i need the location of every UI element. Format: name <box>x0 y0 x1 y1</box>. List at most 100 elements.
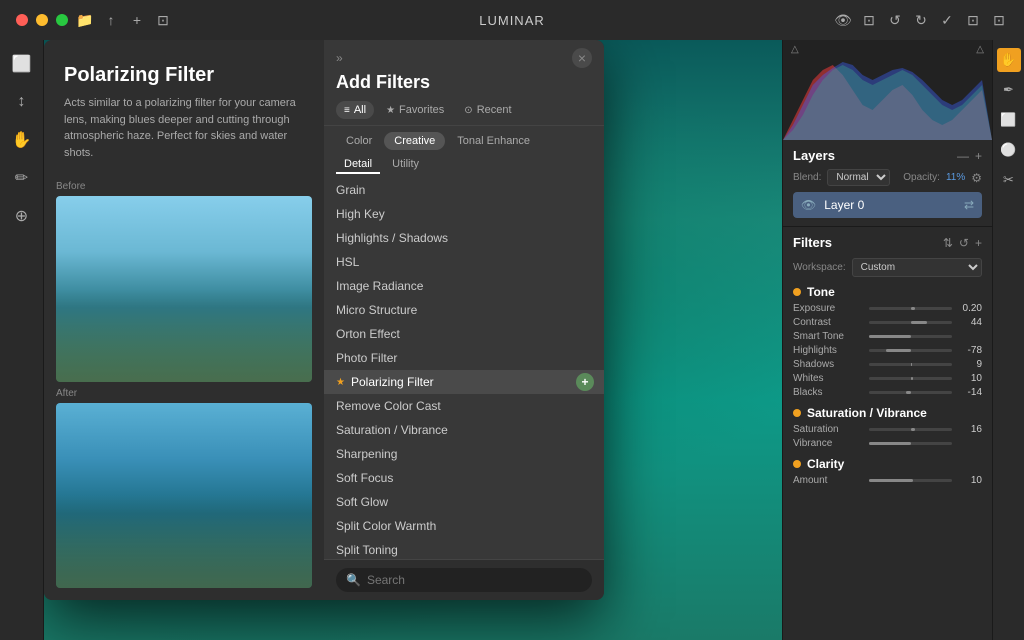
layers-add-button[interactable]: + <box>975 149 982 163</box>
preview-icon[interactable]: 👁 <box>834 11 852 29</box>
filter-list-item[interactable]: Micro Structure <box>324 298 604 322</box>
slider-value: 16 <box>958 424 982 435</box>
subtab-creative[interactable]: Creative <box>384 132 445 150</box>
filter-group-title: Clarity <box>807 457 982 471</box>
filter-list-item[interactable]: Split Color Warmth <box>324 514 604 538</box>
transform-tool[interactable]: ↕ <box>6 86 38 118</box>
filter-list-item[interactable]: Saturation / Vibrance <box>324 418 604 442</box>
filter-list-item[interactable]: High Key <box>324 202 604 226</box>
subtab-tonal[interactable]: Tonal Enhance <box>447 132 540 150</box>
fullscreen-icon[interactable]: ⊡ <box>990 11 1008 29</box>
close-button[interactable]: × <box>572 48 592 68</box>
hand-tool-right[interactable]: ✋ <box>997 48 1021 72</box>
filters-add-button[interactable]: + <box>975 236 982 250</box>
hand-tool[interactable]: ✋ <box>6 124 38 156</box>
slider-track[interactable] <box>869 428 952 431</box>
canvas-area[interactable]: Polarizing Filter Acts similar to a pola… <box>44 40 782 640</box>
filters-section: Filters ⇅ ↺ + Workspace: Custom ToneExpo… <box>783 226 992 640</box>
slider-track[interactable] <box>869 349 952 352</box>
layer-settings-icon[interactable]: ⇄ <box>964 198 974 212</box>
redo-icon[interactable]: ↻ <box>912 11 930 29</box>
undo-icon[interactable]: ↺ <box>886 11 904 29</box>
gear-icon[interactable]: ⚙ <box>971 171 982 185</box>
opacity-value[interactable]: 11% <box>946 172 965 183</box>
tab-all[interactable]: ≡ All <box>336 101 374 119</box>
layout-icon[interactable]: ⊡ <box>154 11 172 29</box>
filter-list-item[interactable]: Sharpening <box>324 442 604 466</box>
workspace-select[interactable]: Custom <box>852 258 982 277</box>
filter-group: ToneExposure0.20Contrast44Smart ToneHigh… <box>793 285 982 398</box>
filters-sort-icon[interactable]: ⇅ <box>943 236 953 250</box>
slider-track[interactable] <box>869 479 952 482</box>
search-input[interactable] <box>367 573 582 587</box>
histogram: △ △ <box>783 40 992 140</box>
slider-track[interactable] <box>869 321 952 324</box>
pen-tool-right[interactable]: ✒ <box>997 78 1021 102</box>
filters-actions: ⇅ ↺ + <box>943 236 982 250</box>
detail-tab-detail[interactable]: Detail <box>336 156 380 174</box>
brush-tool[interactable]: ✏ <box>6 162 38 194</box>
slider-value: 44 <box>958 317 982 328</box>
minimize-window-button[interactable] <box>36 14 48 26</box>
slider-value: 10 <box>958 373 982 384</box>
expand-icon[interactable]: » <box>336 51 343 65</box>
opacity-label: Opacity: <box>903 172 940 183</box>
scissors-tool-right[interactable]: ✂ <box>997 168 1021 192</box>
slider-track[interactable] <box>869 442 952 445</box>
slider-track[interactable] <box>869 377 952 380</box>
filter-list-item[interactable]: Soft Glow <box>324 490 604 514</box>
filter-preview-title: Polarizing Filter <box>64 64 304 87</box>
filter-list-item[interactable]: HSL <box>324 250 604 274</box>
tab-favorites[interactable]: ★ Favorites <box>378 101 452 119</box>
maximize-window-button[interactable] <box>56 14 68 26</box>
filter-list-item[interactable]: Photo Filter <box>324 346 604 370</box>
filter-list-item[interactable]: Orton Effect <box>324 322 604 346</box>
slider-row: Saturation16 <box>793 424 982 435</box>
filter-preview-panel: Polarizing Filter Acts similar to a pola… <box>44 40 324 600</box>
filters-refresh-icon[interactable]: ↺ <box>959 236 969 250</box>
filter-list-item[interactable]: Image Radiance <box>324 274 604 298</box>
filter-item-label: Soft Glow <box>336 495 388 509</box>
upload-icon[interactable]: ↑ <box>102 11 120 29</box>
square-tool-right[interactable]: ⬜ <box>997 108 1021 132</box>
check-icon[interactable]: ✓ <box>938 11 956 29</box>
slider-fill <box>869 479 913 482</box>
all-tab-icon: ≡ <box>344 105 350 116</box>
add-filter-button[interactable]: + <box>576 373 594 391</box>
layer-visibility-icon[interactable]: 👁 <box>801 198 816 212</box>
layers-minus-button[interactable]: — <box>957 149 969 163</box>
close-window-button[interactable] <box>16 14 28 26</box>
favorites-tab-icon: ★ <box>386 105 395 116</box>
slider-row: Vibrance <box>793 438 982 449</box>
filter-group: Saturation / VibranceSaturation16Vibranc… <box>793 406 982 449</box>
export-icon[interactable]: ⊡ <box>964 11 982 29</box>
blend-select[interactable]: Normal <box>827 169 890 186</box>
subtab-color[interactable]: Color <box>336 132 382 150</box>
filter-list-item[interactable]: ★Polarizing Filter+ <box>324 370 604 394</box>
view-icon[interactable]: ⊡ <box>860 11 878 29</box>
titlebar: 📁 ↑ + ⊡ LUMINAR 👁 ⊡ ↺ ↻ ✓ ⊡ ⊡ <box>0 0 1024 40</box>
slider-track[interactable] <box>869 335 952 338</box>
slider-track[interactable] <box>869 363 952 366</box>
add-icon[interactable]: + <box>128 11 146 29</box>
city-overlay-before <box>56 289 312 382</box>
slider-track[interactable] <box>869 307 952 310</box>
filter-list-item[interactable]: Soft Focus <box>324 466 604 490</box>
slider-label: Exposure <box>793 303 863 314</box>
circle-tool-right[interactable]: ⚪ <box>997 138 1021 162</box>
filter-search: 🔍 <box>324 559 604 600</box>
slider-row: Smart Tone <box>793 331 982 342</box>
crop-tool[interactable]: ⬜ <box>6 48 38 80</box>
filter-list-item[interactable]: Split Toning <box>324 538 604 559</box>
slider-track[interactable] <box>869 391 952 394</box>
folder-icon[interactable]: 📁 <box>76 11 94 29</box>
clone-tool[interactable]: ⊕ <box>6 200 38 232</box>
filter-list-item[interactable]: Remove Color Cast <box>324 394 604 418</box>
tab-recent-label: Recent <box>477 104 512 116</box>
layer-item[interactable]: 👁 Layer 0 ⇄ <box>793 192 982 218</box>
filter-list-item[interactable]: Grain <box>324 178 604 202</box>
filter-list-item[interactable]: Highlights / Shadows <box>324 226 604 250</box>
detail-tab-utility[interactable]: Utility <box>384 156 427 174</box>
slider-fill <box>886 349 911 352</box>
tab-recent[interactable]: ⊙ Recent <box>456 101 519 119</box>
